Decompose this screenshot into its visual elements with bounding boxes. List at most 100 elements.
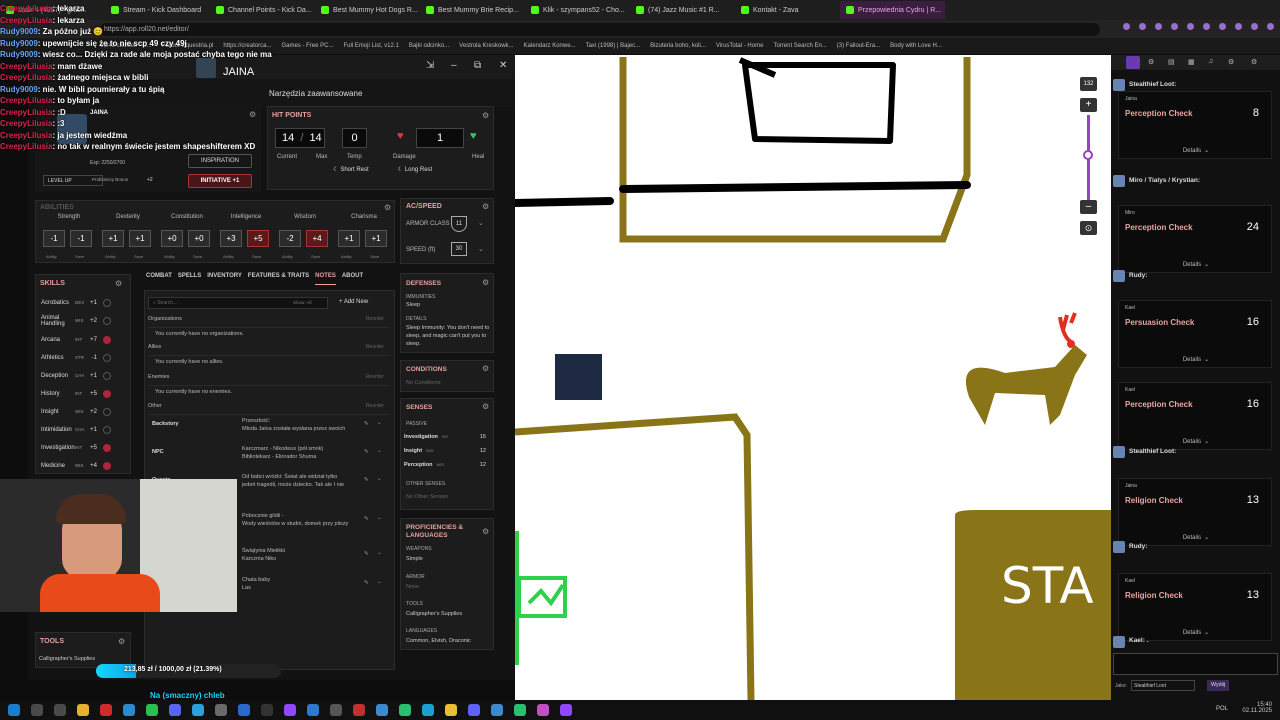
skill-row[interactable]: Athletics STR -1: [41, 351, 131, 364]
bookmark-item[interactable]: Torrent Search En...: [773, 43, 826, 49]
chevron-down-icon[interactable]: ⌄: [377, 550, 382, 556]
windows-start-icon[interactable]: [8, 704, 20, 716]
skill-row[interactable]: Arcana INT +7: [41, 333, 131, 346]
saving-throw[interactable]: -1: [70, 230, 92, 247]
close-icon[interactable]: ✕: [499, 61, 509, 71]
saving-throw[interactable]: +0: [188, 230, 210, 247]
edit-pencil-icon[interactable]: ✎: [364, 516, 369, 522]
macros-tab-icon[interactable]: ⚙: [1228, 58, 1234, 66]
note-entry[interactable]: NPC Karczmarz - Nikodeus (pół smok) Biblio…: [152, 446, 394, 468]
app-icon-13[interactable]: [468, 704, 480, 716]
bookmark-item[interactable]: Bizuteria boho, koli...: [650, 43, 706, 49]
ac-dropdown-icon[interactable]: ⌄: [478, 219, 484, 227]
app-icon-9[interactable]: [376, 704, 388, 716]
note-entry[interactable]: Backstory Przeszłość: Młoda Jaina została …: [152, 418, 394, 440]
skill-row[interactable]: Deception CHA +1: [41, 369, 131, 382]
skill-row[interactable]: Insight WIS +2: [41, 405, 131, 418]
discord-icon[interactable]: [169, 704, 181, 716]
long-rest-button[interactable]: ☾ Long Rest: [387, 166, 443, 177]
armor-class-shield[interactable]: 11: [451, 216, 467, 232]
app-icon-4[interactable]: [238, 704, 250, 716]
damage-heart-icon[interactable]: ♥: [397, 130, 411, 142]
skill-row[interactable]: Medicine WIS +4: [41, 459, 131, 472]
edit-pencil-icon[interactable]: ✎: [364, 477, 369, 483]
skill-row[interactable]: History INT +5: [41, 387, 131, 400]
browser-tab[interactable]: Best Mummy Hot Dogs R...: [315, 1, 420, 19]
app-icon-6[interactable]: [284, 704, 296, 716]
cards-tab-icon[interactable]: ▦: [1188, 58, 1195, 66]
browser-tab[interactable]: Przepowiednia Cydru | R...: [840, 1, 945, 19]
bookmark-item[interactable]: VirusTotal - Home: [716, 43, 764, 49]
edit-pencil-icon[interactable]: ✎: [364, 449, 369, 455]
app-icon-2[interactable]: [123, 704, 135, 716]
conditions-settings-icon[interactable]: ⚙: [482, 364, 489, 373]
browser-tab[interactable]: (74) Jazz Music #1 R...: [630, 1, 735, 19]
reorder-button[interactable]: Reorder: [366, 316, 384, 322]
ability-modifier[interactable]: +1: [102, 230, 124, 247]
roll-details-toggle[interactable]: Details ⌄: [1119, 534, 1273, 541]
app-icon-15[interactable]: [537, 704, 549, 716]
saving-throw[interactable]: +1: [129, 230, 151, 247]
edit-pencil-icon[interactable]: ✎: [364, 580, 369, 586]
skype-icon[interactable]: [192, 704, 204, 716]
app-icon-12[interactable]: [445, 704, 457, 716]
zoom-reset-icon[interactable]: ⊙: [1080, 221, 1097, 235]
app-icon-3[interactable]: [215, 704, 227, 716]
advanced-tools-menu[interactable]: Narzędzia zaawansowane: [269, 89, 362, 98]
jaina-token[interactable]: [555, 354, 602, 400]
app-icon-1[interactable]: [100, 704, 112, 716]
browser-tab[interactable]: Best Mummy Brie Recip...: [420, 1, 525, 19]
tab-about[interactable]: ABOUT: [342, 273, 363, 285]
minimize-icon[interactable]: –: [451, 61, 461, 71]
bookmark-item[interactable]: Games - Free PC...: [281, 43, 333, 49]
defenses-settings-icon[interactable]: ⚙: [482, 278, 489, 287]
speaking-as-select[interactable]: Stealthief Loot: [1131, 680, 1195, 691]
browser-tab[interactable]: Kontakt - Zava: [735, 1, 840, 19]
edit-pencil-icon[interactable]: ✎: [364, 421, 369, 427]
zoom-in-button[interactable]: +: [1080, 98, 1097, 112]
short-rest-button[interactable]: ☾ Short Rest: [323, 166, 379, 177]
app-icon-8[interactable]: [353, 704, 365, 716]
hp-damage-heal-input[interactable]: 1: [416, 128, 464, 148]
saving-throw[interactable]: +5: [247, 230, 269, 247]
reorder-button[interactable]: Reorder: [366, 403, 384, 409]
bookmark-item[interactable]: Kalendarz Konwe...: [524, 43, 576, 49]
popout-icon[interactable]: ⇲: [426, 61, 436, 71]
bookmark-item[interactable]: Full Emoji List, v12.1: [343, 43, 398, 49]
ability-modifier[interactable]: +0: [161, 230, 183, 247]
app-icon-7[interactable]: [330, 704, 342, 716]
zoom-out-button[interactable]: –: [1080, 200, 1097, 214]
senses-settings-icon[interactable]: ⚙: [482, 402, 489, 411]
reorder-button[interactable]: Reorder: [366, 344, 384, 350]
hp-temp[interactable]: 0: [342, 128, 367, 148]
proficiencies-settings-icon[interactable]: ⚙: [482, 527, 489, 536]
settings-tab-icon[interactable]: ⚙: [1251, 58, 1257, 66]
chevron-down-icon[interactable]: ⌄: [377, 579, 382, 585]
tab-features-traits[interactable]: FEATURES & TRAITS: [248, 273, 309, 285]
roll-details-toggle[interactable]: Details ⌄: [1119, 629, 1273, 636]
roll-details-toggle[interactable]: Details ⌄: [1119, 147, 1273, 154]
notes-filter-select[interactable]: Show: All: [293, 300, 312, 305]
jukebox-tab-icon[interactable]: ♫: [1208, 58, 1213, 65]
tab-inventory[interactable]: INVENTORY: [207, 273, 242, 285]
clock[interactable]: 15:40 02.11.2025: [1242, 702, 1272, 714]
skill-row[interactable]: Investigation INT +5: [41, 441, 131, 454]
zoom-slider-handle[interactable]: [1083, 150, 1093, 160]
compendium-tab-icon[interactable]: ▤: [1168, 58, 1175, 66]
chevron-down-icon[interactable]: ⌄: [377, 476, 382, 482]
bookmark-item[interactable]: Body with Love H...: [890, 43, 942, 49]
skill-row[interactable]: Intimidation CHA +1: [41, 423, 131, 436]
maximize-icon[interactable]: ⧉: [474, 61, 484, 71]
file-explorer-icon[interactable]: [54, 704, 66, 716]
hp-current-max-box[interactable]: 14 / 14: [275, 128, 325, 148]
roll-details-toggle[interactable]: Details ⌄: [1119, 261, 1273, 268]
ability-modifier[interactable]: -1: [43, 230, 65, 247]
add-note-button[interactable]: + Add New: [339, 299, 368, 305]
ac-settings-icon[interactable]: ⚙: [482, 202, 489, 211]
inspiration-button[interactable]: INSPIRATION: [188, 154, 252, 168]
language-indicator[interactable]: POL: [1216, 706, 1228, 712]
saving-throw[interactable]: +4: [306, 230, 328, 247]
chrome-icon[interactable]: [514, 704, 526, 716]
saving-throw[interactable]: +1: [365, 230, 387, 247]
skill-row[interactable]: Acrobatics DEX +1: [41, 296, 131, 309]
